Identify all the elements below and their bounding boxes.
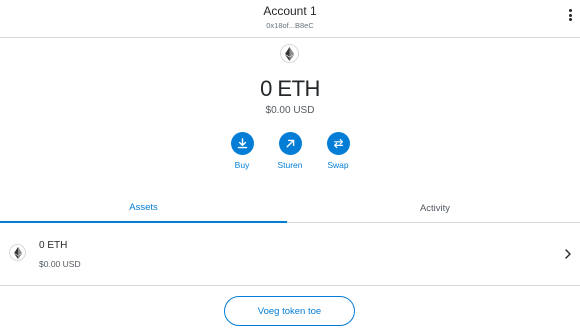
send-label: Sturen (277, 160, 303, 170)
asset-list-item[interactable]: 0 ETH $0.00 USD (0, 224, 580, 286)
arrow-up-right-icon (278, 132, 302, 155)
account-options-kebab-icon[interactable] (566, 9, 574, 25)
account-header: Account 1 0x18of...B8eC (0, 0, 580, 38)
buy-label: Buy (234, 160, 250, 170)
buy-button[interactable]: Buy (222, 132, 262, 170)
swap-button[interactable]: Swap (318, 132, 358, 170)
swap-label: Swap (327, 160, 349, 170)
balance-fiat: $0.00 USD (265, 105, 315, 116)
send-button[interactable]: Sturen (270, 132, 310, 170)
chevron-right-icon[interactable] (563, 248, 573, 260)
account-address[interactable]: 0x18of...B8eC (0, 21, 580, 30)
swap-icon (326, 132, 350, 155)
tab-bar: Assets Activity (0, 193, 580, 223)
asset-amount: 0 ETH (39, 240, 68, 251)
account-name[interactable]: Account 1 (0, 4, 580, 18)
download-icon (230, 132, 254, 155)
ethereum-icon (9, 244, 26, 261)
asset-fiat: $0.00 USD (39, 259, 81, 269)
tab-activity[interactable]: Activity (290, 193, 580, 223)
balance-amount: 0 ETH (260, 76, 320, 101)
ethereum-icon (280, 44, 299, 63)
tab-assets[interactable]: Assets (0, 193, 287, 223)
add-token-button[interactable]: Voeg token toe (224, 296, 355, 326)
